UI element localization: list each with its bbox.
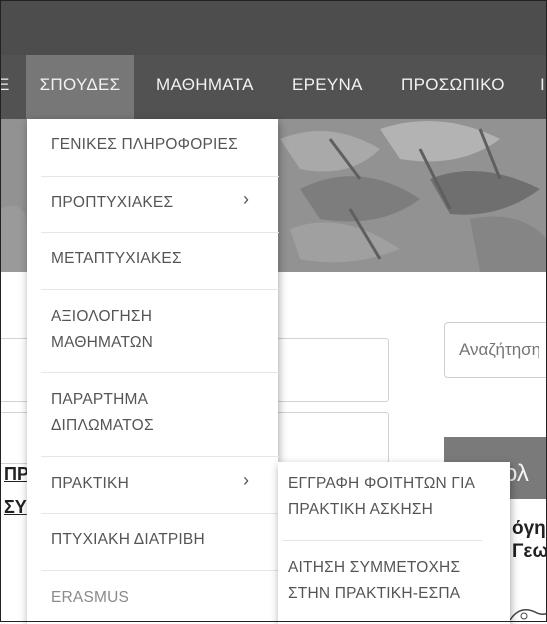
menu-divider	[41, 372, 279, 373]
nav-item-partial-right[interactable]: Ι	[540, 55, 545, 119]
sidebar-text-2: Γεω	[512, 541, 547, 562]
menu-item-parartima-line2[interactable]: ΔΙΠΛΩΜΑΤΟΣ	[51, 412, 154, 439]
nav-item-erevna[interactable]: ΕΡΕΥΝΑ	[292, 55, 363, 119]
chevron-right-icon: ›	[243, 470, 249, 490]
menu-divider	[41, 289, 279, 290]
menu-divider	[41, 232, 279, 233]
sidebar-text-1: όγησ	[512, 518, 547, 539]
menu-item-metaptyxiakes[interactable]: ΜΕΤΑΠΤΥΧΙΑΚΕΣ	[51, 245, 182, 272]
menu-item-axiologisi-line2[interactable]: ΜΑΘΗΜΑΤΩΝ	[51, 329, 153, 356]
submenu-item-eggrafi-line2[interactable]: ΠΡΑΚΤΙΚΗ ΑΣΚΗΣΗ	[288, 496, 433, 524]
chevron-right-icon: ›	[243, 189, 249, 209]
menu-item-parartima-line1[interactable]: ΠΑΡΑΡΤΗΜΑ	[51, 386, 148, 413]
top-bar	[0, 0, 547, 55]
nav-item-spoudes[interactable]: ΣΠΟΥΔΕΣ	[26, 55, 134, 119]
submenu-praktiki: ΕΓΓΡΑΦΗ ΦΟΙΤΗΤΩΝ ΓΙΑ ΠΡΑΚΤΙΚΗ ΑΣΚΗΣΗ ΑΙΤ…	[278, 462, 510, 624]
menu-item-genikes[interactable]: ΓΕΝΙΚΕΣ ΠΛΗΡΟΦΟΡΙΕΣ	[51, 131, 238, 158]
menu-item-axiologisi-line1[interactable]: ΑΞΙΟΛΟΓΗΣΗ	[51, 303, 152, 330]
left-link-1[interactable]: ΠΡ	[4, 464, 29, 485]
submenu-divider	[282, 540, 482, 541]
dropdown-menu-spoudes: ΓΕΝΙΚΕΣ ΠΛΗΡΟΦΟΡΙΕΣ ΠΡΟΠΤΥΧΙΑΚΕΣ › ΜΕΤΑΠ…	[27, 119, 279, 624]
left-link-2[interactable]: ΣΥ	[4, 497, 27, 518]
submenu-item-eggrafi-line1[interactable]: ΕΓΓΡΑΦΗ ΦΟΙΤΗΤΩΝ ΓΙΑ	[288, 470, 475, 498]
nav-item-partial-left[interactable]: Ε	[0, 55, 9, 119]
search-input[interactable]	[444, 322, 547, 378]
menu-item-ptyxiaki[interactable]: ΠΤΥΧΙΑΚΗ ΔΙΑΤΡΙΒΗ	[51, 526, 205, 553]
menu-divider	[41, 176, 279, 177]
menu-divider	[41, 456, 279, 457]
menu-item-praktiki[interactable]: ΠΡΑΚΤΙΚΗ	[51, 470, 129, 497]
menu-item-proptyxiakes[interactable]: ΠΡΟΠΤΥΧΙΑΚΕΣ	[51, 189, 173, 216]
nav-item-mathimata[interactable]: ΜΑΘΗΜΑΤΑ	[156, 55, 254, 119]
submenu-item-aitisi-line2[interactable]: ΣΤΗΝ ΠΡΑΚΤΙΚΗ-ΕΣΠΑ	[288, 580, 460, 608]
menu-item-erasmus[interactable]: ERASMUS	[51, 584, 129, 611]
menu-divider	[41, 513, 279, 514]
submenu-item-aitisi-line1[interactable]: ΑΙΤΗΣΗ ΣΥΜΜΕΤΟΧΗΣ	[288, 554, 460, 582]
menu-divider	[41, 570, 279, 571]
nav-item-prosopiko[interactable]: ΠΡΟΣΩΠΙΚΟ	[401, 55, 505, 119]
